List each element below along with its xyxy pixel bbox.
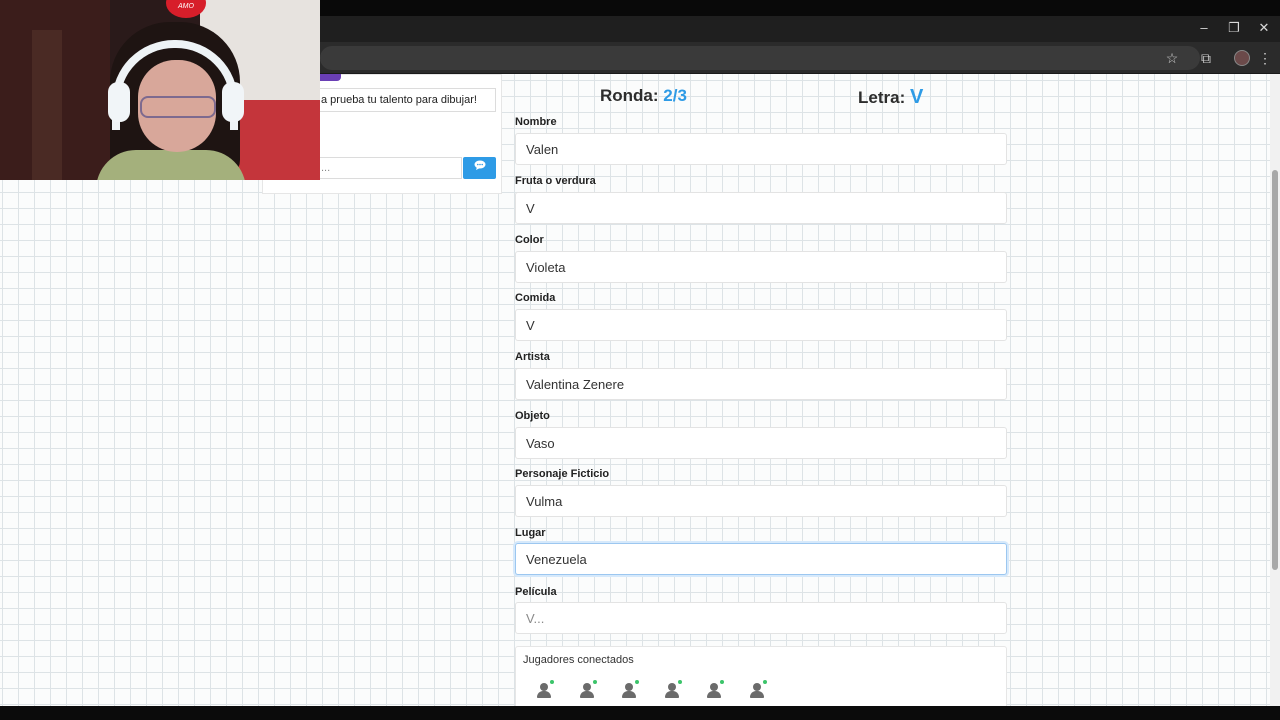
connected-players-panel: Jugadores conectados: [515, 646, 1007, 706]
taskbar-edge: [0, 706, 1280, 720]
label-pelicula: Película: [515, 586, 557, 598]
restore-button[interactable]: ❐: [1225, 20, 1243, 36]
bookmark-star-icon[interactable]: ☆: [1163, 50, 1181, 66]
label-artista: Artista: [515, 351, 550, 363]
address-bar[interactable]: [320, 46, 1200, 70]
online-status-dot: [763, 680, 767, 684]
round-label: Ronda:: [600, 86, 659, 105]
input-pelicula[interactable]: [515, 602, 1007, 634]
input-color[interactable]: [515, 251, 1007, 283]
players-title: Jugadores conectados: [523, 654, 634, 666]
browser-menu-icon[interactable]: ⋮: [1256, 50, 1274, 66]
player-avatar-icon[interactable]: [536, 680, 554, 699]
player-avatar-icon[interactable]: [706, 680, 724, 699]
round-value: 2/3: [663, 86, 687, 105]
minimize-button[interactable]: –: [1195, 20, 1213, 36]
player-avatar-icon[interactable]: [621, 680, 639, 699]
input-comida[interactable]: [515, 309, 1007, 341]
letter-label: Letra:: [858, 88, 906, 107]
label-color: Color: [515, 234, 544, 246]
chat-input[interactable]: ...: [300, 157, 462, 179]
label-objeto: Objeto: [515, 410, 550, 422]
extensions-icon[interactable]: ⧉: [1197, 50, 1215, 66]
tagline-text: a prueba tu talento para dibujar!: [300, 88, 496, 112]
input-personaje-ficticio[interactable]: [515, 485, 1007, 517]
letter-value: V: [909, 86, 924, 108]
online-status-dot: [720, 680, 724, 684]
player-avatar-icon[interactable]: [749, 680, 767, 699]
input-lugar[interactable]: [515, 543, 1007, 575]
profile-avatar[interactable]: [1234, 50, 1250, 66]
close-window-button[interactable]: ✕: [1255, 20, 1273, 36]
input-artista[interactable]: [515, 368, 1007, 400]
player-avatar-icon[interactable]: [579, 680, 597, 699]
online-status-dot: [593, 680, 597, 684]
input-objeto[interactable]: [515, 427, 1007, 459]
input-nombre[interactable]: [515, 133, 1007, 165]
input-fruta-o-verdura[interactable]: [515, 192, 1007, 224]
label-nombre: Nombre: [515, 116, 557, 128]
webcam-overlay: AMO: [0, 0, 320, 180]
online-status-dot: [678, 680, 682, 684]
online-status-dot: [635, 680, 639, 684]
online-status-dot: [550, 680, 554, 684]
label-personaje-ficticio: Personaje Ficticio: [515, 468, 610, 480]
round-indicator: Ronda: 2/3: [600, 86, 687, 106]
label-lugar: Lugar: [515, 527, 546, 539]
letter-indicator: Letra: V: [858, 86, 923, 109]
chat-send-button[interactable]: [463, 157, 496, 179]
page-scrollbar[interactable]: [1270, 74, 1280, 706]
speech-bubble-icon: [474, 160, 486, 174]
label-fruta-o-verdura: Fruta o verdura: [515, 175, 596, 187]
label-comida: Comida: [515, 292, 556, 304]
scrollbar-thumb[interactable]: [1272, 170, 1278, 570]
player-avatar-icon[interactable]: [664, 680, 682, 699]
